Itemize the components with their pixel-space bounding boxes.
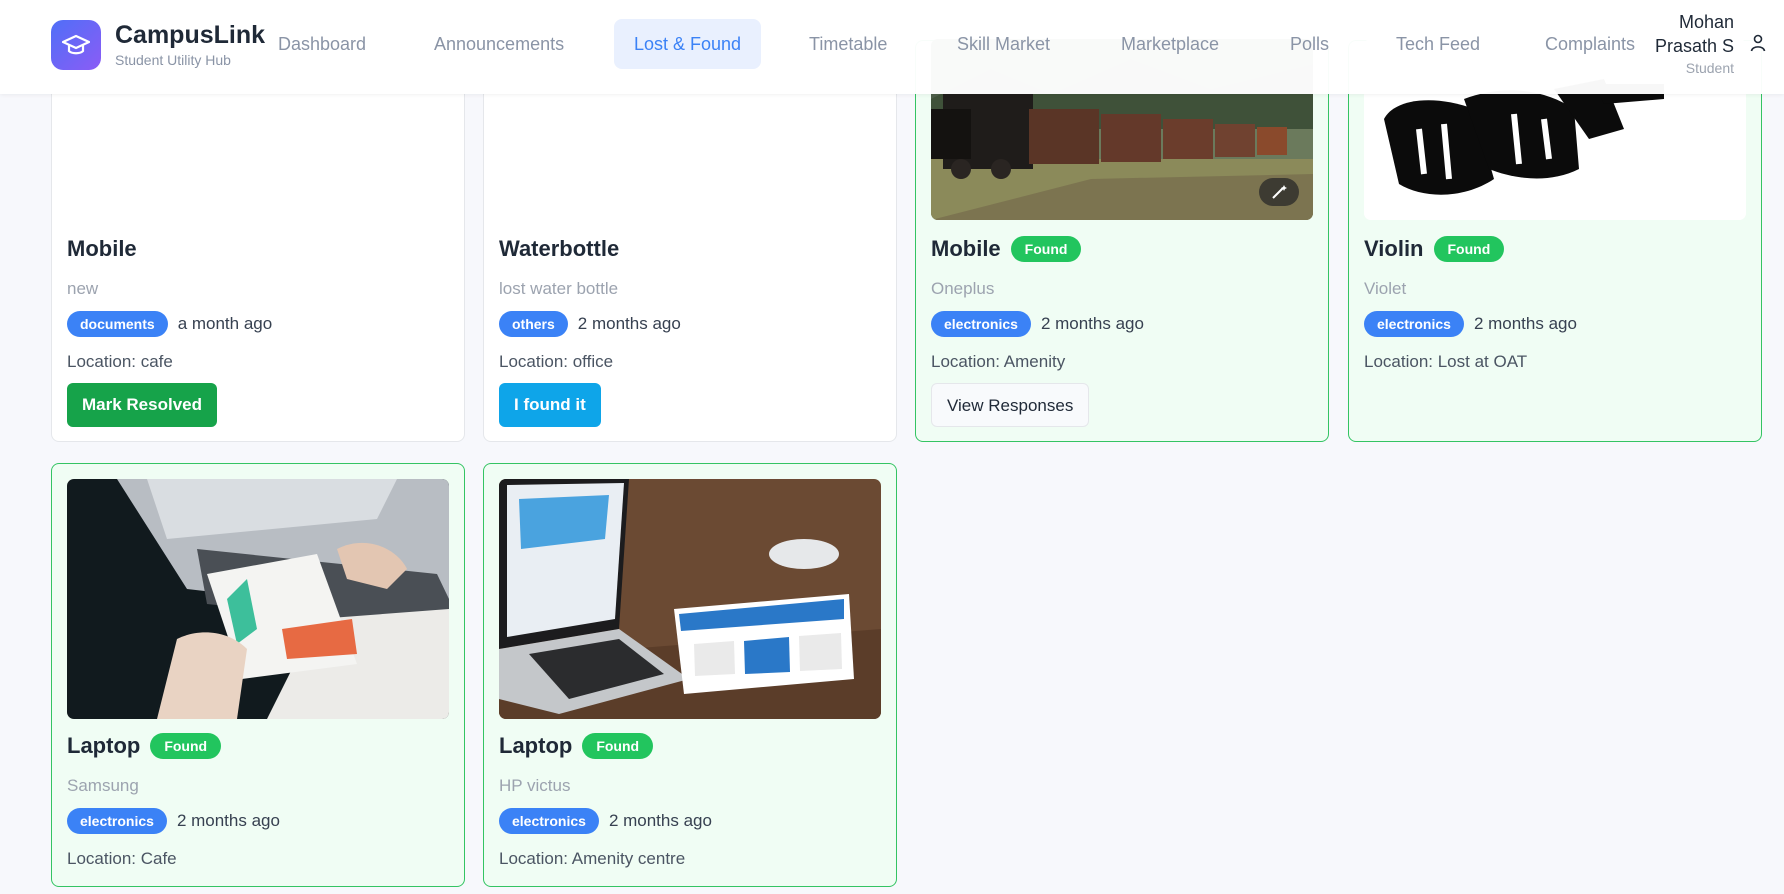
item-location: Location: Amenity centre [499,849,686,868]
found-status-badge: Found [582,733,654,759]
found-item-card: Mobile Found Oneplus electronics 2 month… [915,39,1329,442]
magic-wand-icon[interactable] [1259,178,1299,206]
item-time: 2 months ago [608,811,712,830]
category-badge: documents [67,311,168,337]
item-description: Oneplus [931,279,995,298]
nav-announcements[interactable]: Announcements [434,19,564,69]
item-description: Violet [1364,279,1407,298]
item-time: 2 months ago [1040,314,1144,333]
nav-tech-feed[interactable]: Tech Feed [1396,19,1480,69]
found-status-badge: Found [1010,236,1082,262]
item-location: Location: Cafe [67,849,177,868]
item-location: Location: Lost at OAT [1364,352,1528,371]
user-profile[interactable]: Mohan Prasath S Student [1655,10,1734,78]
category-badge: electronics [499,808,599,834]
nav-dashboard[interactable]: Dashboard [278,19,366,69]
item-title: Laptop [67,733,141,758]
category-badge: electronics [67,808,167,834]
item-title: Violin [1364,236,1424,261]
found-item-card: Laptop Found HP victus electronics 2 mon… [483,463,897,887]
nav-complaints[interactable]: Complaints [1545,19,1635,69]
category-badge: electronics [931,311,1031,337]
item-location: Location: cafe [67,352,173,371]
item-title: Mobile [931,236,1001,261]
graduation-cap-icon [51,20,101,70]
app-title: CampusLink [115,21,266,49]
nav-timetable[interactable]: Timetable [809,19,887,69]
item-location: Location: Amenity [931,352,1066,371]
view-responses-button[interactable]: View Responses [931,383,1090,427]
nav-marketplace[interactable]: Marketplace [1121,19,1219,69]
i-found-it-button[interactable]: I found it [499,383,601,427]
user-name-last: Prasath S [1654,36,1734,56]
item-time: 2 months ago [1473,314,1577,333]
item-description: lost water bottle [499,279,619,298]
item-title: Laptop [499,733,573,758]
nav-polls[interactable]: Polls [1290,19,1329,69]
found-item-card: Violin Found Violet electronics 2 months… [1348,39,1762,442]
item-title: Waterbottle [499,236,620,261]
item-location: Location: office [499,352,614,371]
top-header: CampusLink Student Utility Hub Dashboard… [0,0,1784,94]
found-status-badge: Found [150,733,222,759]
found-item-card: Laptop Found Samsung electronics 2 month… [51,463,465,887]
item-description: Samsung [67,776,139,795]
lost-item-card: Waterbottle lost water bottle others 2 m… [483,40,897,442]
nav-lost-and-found[interactable]: Lost & Found [614,19,762,69]
user-name-first: Mohan [1678,12,1734,32]
item-time: a month ago [177,314,273,333]
item-time: 2 months ago [176,811,280,830]
item-image[interactable] [67,479,449,719]
category-badge: others [499,311,568,337]
item-description: new [67,279,99,298]
category-badge: electronics [1364,311,1464,337]
brand[interactable]: CampusLink Student Utility Hub [51,20,265,70]
nav-skill-market[interactable]: Skill Market [957,19,1050,69]
mark-resolved-button[interactable]: Mark Resolved [67,383,217,427]
item-title: Mobile [67,236,137,261]
app-subtitle: Student Utility Hub [115,52,231,68]
item-description: HP victus [499,776,571,795]
user-icon[interactable] [1750,34,1766,57]
found-status-badge: Found [1433,236,1505,262]
lost-item-card: Mobile new documents a month ago Locatio… [51,40,465,442]
item-image[interactable] [499,479,881,719]
user-role: Student [1685,60,1734,76]
item-time: 2 months ago [577,314,681,333]
